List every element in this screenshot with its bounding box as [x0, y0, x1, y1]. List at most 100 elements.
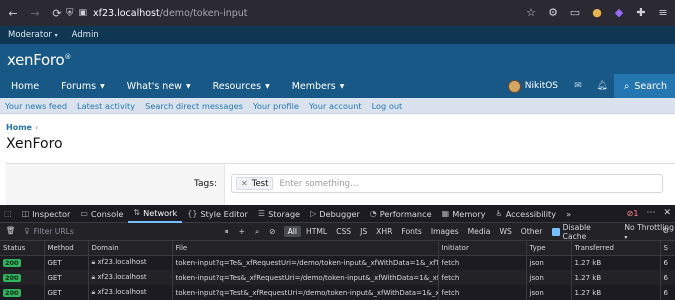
tag-token-label: Test — [251, 178, 269, 189]
tab-memory[interactable]: ▦ Memory — [437, 205, 491, 223]
filter-images[interactable]: Images — [427, 226, 463, 237]
subnav-your-profile[interactable]: Your profile — [253, 101, 299, 111]
search-button[interactable]: ⌕ Search — [614, 74, 675, 98]
col-status[interactable]: Status — [0, 241, 45, 256]
container-icon[interactable]: ▭ — [567, 4, 583, 20]
tab-inspector[interactable]: ◫ Inspector — [17, 205, 76, 223]
staffbar-moderator[interactable]: Moderator ▾ — [8, 30, 58, 40]
status-badge: 200 — [3, 273, 21, 282]
disable-cache-checkbox[interactable]: Disable Cache — [552, 223, 612, 241]
subnav-latest-activity[interactable]: Latest activity — [77, 101, 135, 111]
element-picker-icon[interactable]: ⬚ — [0, 205, 17, 223]
xenforo-page: Moderator ▾ Admin xenForo® Home Forums ▼ … — [0, 26, 675, 205]
url-bar[interactable]: ⛨ ▣ xf23.localhost/demo/token-input — [66, 3, 566, 23]
toolbar-icons: ⏸︎ + ⌕ ⊘ — [225, 227, 276, 237]
network-settings-gear-icon[interactable]: ⚙ — [662, 226, 669, 235]
chevron-right-icon: › — [34, 123, 39, 132]
col-transferred[interactable]: Transferred — [571, 241, 661, 256]
bookmark-star-icon[interactable]: ☆ — [523, 4, 539, 20]
forward-button[interactable]: → — [26, 4, 44, 22]
col-domain[interactable]: Domain — [88, 241, 173, 256]
token-input-field[interactable]: ✕ Test Enter something… — [231, 174, 663, 193]
chevron-down-icon[interactable]: ▼ — [340, 83, 345, 90]
close-icon[interactable]: ✕ — [663, 208, 671, 218]
pause-icon[interactable]: ⏸︎ — [225, 227, 229, 237]
filter-ws[interactable]: WS — [495, 226, 515, 237]
more-tabs-icon[interactable]: » — [561, 205, 576, 223]
tab-network[interactable]: ⇅ Network — [128, 205, 183, 223]
nav-tab-home[interactable]: Home — [0, 74, 50, 98]
menu-icon[interactable]: ≡ — [655, 4, 671, 20]
subnav-news-feed[interactable]: Your news feed — [5, 101, 67, 111]
col-initiator[interactable]: Initiator — [438, 241, 527, 256]
table-row[interactable]: 200 GET 🔒︎ xf23.localhost token-input?q=… — [0, 285, 675, 300]
nav-tab-whats-new[interactable]: What's new ▼ — [116, 74, 202, 98]
breadcrumb-home[interactable]: Home — [6, 123, 32, 132]
back-button[interactable]: ← — [4, 4, 22, 22]
filter-fonts[interactable]: Fonts — [397, 226, 426, 237]
subnav-search-dms[interactable]: Search direct messages — [145, 101, 243, 111]
table-row[interactable]: 200 GET 🔒︎ xf23.localhost token-input?q=… — [0, 255, 675, 270]
tab-accessibility[interactable]: ♿︎ Accessibility — [491, 205, 562, 223]
extensions-puzzle-icon[interactable]: ✚ — [633, 4, 649, 20]
filter-urls-input[interactable]: ⊽ Filter URLs — [0, 227, 223, 236]
filter-all[interactable]: All — [283, 226, 302, 237]
account-icon[interactable]: ● — [589, 4, 605, 20]
extension-icon[interactable]: ◆ — [611, 4, 627, 20]
filter-media[interactable]: Media — [464, 226, 495, 237]
method-cell: GET — [44, 270, 89, 285]
filter-css[interactable]: CSS — [332, 226, 355, 237]
tab-console[interactable]: ▭ Console — [75, 205, 128, 223]
tab-storage[interactable]: ☰ Storage — [253, 205, 305, 223]
alerts-bell-icon[interactable]: 🔔︎ — [590, 74, 614, 98]
remove-token-icon[interactable]: ✕ — [241, 179, 248, 188]
tracking-protection-icon[interactable]: ⛨ — [66, 8, 74, 19]
col-type[interactable]: Type — [526, 241, 572, 256]
staffbar-admin[interactable]: Admin — [72, 30, 99, 40]
search-icon[interactable]: ⌕ — [255, 227, 259, 237]
chevron-down-icon[interactable]: ▼ — [265, 83, 270, 90]
filter-other[interactable]: Other — [517, 226, 547, 237]
sub-nav: Your news feed Latest activity Search di… — [0, 98, 675, 114]
nav-right: NikitOS ✉ 🔔︎ ⌕ Search — [500, 74, 675, 98]
subnav-log-out[interactable]: Log out — [372, 101, 403, 111]
col-file[interactable]: File — [172, 241, 439, 256]
error-badge[interactable]: ⊘1 — [627, 209, 639, 218]
add-icon[interactable]: + — [239, 227, 245, 236]
table-row[interactable]: 200 GET 🔒︎ xf23.localhost token-input?q=… — [0, 270, 675, 285]
subnav-your-account[interactable]: Your account — [309, 101, 362, 111]
tag-token[interactable]: ✕ Test — [236, 177, 274, 190]
avatar — [507, 79, 521, 93]
status-cell: 200 — [0, 255, 45, 270]
url-text[interactable]: xf23.localhost/demo/token-input — [93, 8, 248, 19]
conversations-envelope-icon[interactable]: ✉ — [566, 74, 590, 98]
user-menu[interactable]: NikitOS — [500, 74, 566, 98]
filter-html[interactable]: HTML — [302, 226, 331, 237]
tab-debugger[interactable]: ▷ Debugger — [305, 205, 365, 223]
nav-tab-members[interactable]: Members ▼ — [281, 74, 356, 98]
site-logo[interactable]: xenForo® — [7, 51, 71, 69]
chevron-down-icon[interactable]: ▼ — [186, 83, 191, 90]
browser-toolbar: ← → ⟳ ⛨ ▣ xf23.localhost/demo/token-inpu… — [0, 0, 675, 26]
tab-style-editor[interactable]: {} Style Editor — [182, 205, 253, 223]
filter-js[interactable]: JS — [356, 226, 371, 237]
trash-icon[interactable]: 🗑︎ — [6, 226, 16, 235]
chevron-down-icon[interactable]: ▼ — [100, 83, 105, 90]
main-nav: Home Forums ▼ What's new ▼ Resources ▼ Memb… — [0, 74, 675, 98]
filter-xhr[interactable]: XHR — [372, 226, 396, 237]
file-cell: token-input?q=Test&_xfRequestUri=/demo/t… — [172, 285, 439, 300]
style-editor-icon: {} — [187, 209, 198, 218]
reload-button[interactable]: ⟳ — [48, 4, 66, 22]
dock-options-icon[interactable]: ⋯ — [646, 208, 655, 218]
tab-performance[interactable]: ◔ Performance — [365, 205, 437, 223]
url-host: xf23.localhost — [93, 7, 160, 19]
block-icon[interactable]: ⊘ — [269, 227, 275, 236]
nav-tab-resources[interactable]: Resources ▼ — [202, 74, 281, 98]
col-method[interactable]: Method — [44, 241, 89, 256]
settings-icon[interactable]: ⚙ — [545, 4, 561, 20]
token-placeholder[interactable]: Enter something… — [279, 179, 358, 189]
nav-tab-forums[interactable]: Forums ▼ — [50, 74, 116, 98]
col-size[interactable]: S — [660, 241, 675, 256]
status-badge: 200 — [3, 288, 21, 297]
lock-icon[interactable]: ▣ — [79, 8, 88, 18]
